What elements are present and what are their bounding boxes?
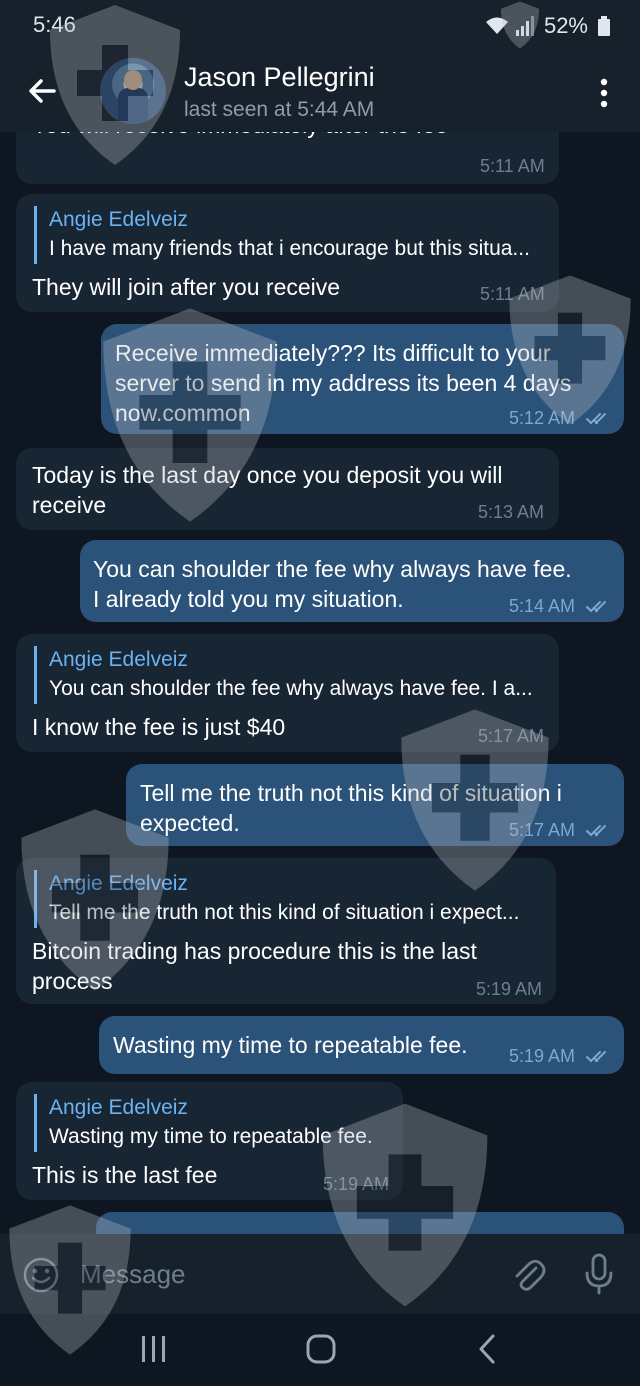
- message-text: Receive immediately??? Its difficult to …: [115, 340, 551, 366]
- microphone-icon: [585, 1253, 613, 1295]
- incoming-message[interactable]: Today is the last day once you deposit y…: [16, 448, 559, 530]
- status-indicators: 52%: [484, 12, 610, 40]
- reply-text: Tell me the truth not this kind of situa…: [49, 901, 520, 924]
- incoming-message[interactable]: Angie Edelveiz I have many friends that …: [16, 194, 559, 312]
- outgoing-message[interactable]: [96, 1212, 624, 1234]
- reply-author: Angie Edelveiz: [49, 648, 188, 671]
- message-text: Wasting my time to repeatable fee.: [113, 1032, 468, 1058]
- double-check-icon: [586, 1051, 606, 1063]
- reply-author: Angie Edelveiz: [49, 1096, 188, 1119]
- message-time: 5:11 AM: [480, 284, 545, 304]
- chevron-left-icon: [479, 1334, 495, 1364]
- wifi-icon: [485, 17, 508, 34]
- message-text: Bitcoin trading has procedure this is th…: [32, 938, 477, 964]
- message-time: 5:17 AM: [478, 726, 545, 746]
- incoming-message[interactable]: You will receive immediately after the f…: [16, 132, 559, 184]
- nav-back-button[interactable]: [468, 1332, 508, 1366]
- message-time: 5:19 AM: [476, 979, 543, 999]
- paperclip-icon: [515, 1259, 546, 1291]
- double-check-icon: [586, 413, 606, 425]
- recent-apps-icon: [142, 1336, 165, 1362]
- outgoing-message[interactable]: You can shoulder the fee why always have…: [80, 540, 624, 622]
- reply-text: You can shoulder the fee why always have…: [49, 677, 533, 700]
- message-list[interactable]: You will receive immediately after the f…: [0, 132, 640, 1234]
- message-text: receive: [32, 492, 107, 518]
- emoji-button[interactable]: [22, 1256, 60, 1294]
- reply-quote[interactable]: Angie Edelveiz Wasting my time to repeat…: [34, 1094, 373, 1152]
- outgoing-message[interactable]: Tell me the truth not this kind of situa…: [126, 764, 624, 846]
- status-bar: 5:46 52%: [0, 0, 640, 50]
- message-text: process: [32, 968, 113, 994]
- message-composer: [0, 1234, 640, 1314]
- signal-icon: [515, 16, 534, 36]
- attach-button[interactable]: [510, 1254, 546, 1294]
- menu-button[interactable]: [592, 76, 616, 110]
- system-navigation-bar: [0, 1314, 640, 1386]
- recent-apps-button[interactable]: [134, 1332, 174, 1366]
- back-button[interactable]: [24, 72, 62, 110]
- last-seen-status: last seen at 5:44 AM: [184, 98, 375, 121]
- battery-icon: [598, 16, 610, 36]
- reply-author: Angie Edelveiz: [49, 208, 188, 231]
- incoming-message[interactable]: Angie Edelveiz You can shoulder the fee …: [16, 634, 559, 752]
- contact-name[interactable]: Jason Pellegrini: [184, 62, 375, 93]
- message-input[interactable]: [80, 1254, 470, 1294]
- message-text: Tell me the truth not this kind of situa…: [140, 780, 562, 806]
- home-button[interactable]: [301, 1332, 341, 1366]
- reply-quote[interactable]: Angie Edelveiz I have many friends that …: [34, 206, 530, 264]
- emoji-icon: [23, 1257, 59, 1293]
- more-vertical-icon: [600, 78, 608, 108]
- status-time: 5:46: [33, 12, 76, 37]
- message-time: 5:13 AM: [478, 502, 545, 522]
- avatar[interactable]: [100, 58, 166, 124]
- outgoing-message[interactable]: Wasting my time to repeatable fee. 5:19 …: [99, 1016, 624, 1074]
- message-time: 5:12 AM: [509, 408, 576, 428]
- message-time: 5:11 AM: [480, 156, 545, 176]
- double-check-icon: [586, 825, 606, 837]
- outgoing-message[interactable]: Receive immediately??? Its difficult to …: [101, 324, 624, 434]
- reply-author: Angie Edelveiz: [49, 872, 188, 895]
- home-icon: [306, 1334, 336, 1364]
- reply-quote[interactable]: Angie Edelveiz Tell me the truth not thi…: [34, 870, 519, 928]
- message-text: You can shoulder the fee why always have…: [93, 556, 572, 582]
- message-text: Today is the last day once you deposit y…: [32, 462, 503, 488]
- double-check-icon: [586, 601, 606, 613]
- message-text: You will receive immediately after the f…: [32, 132, 448, 140]
- voice-record-button[interactable]: [584, 1252, 614, 1296]
- message-text: This is the last fee: [32, 1162, 218, 1188]
- incoming-message[interactable]: Angie Edelveiz Tell me the truth not thi…: [16, 858, 556, 1004]
- message-time: 5:19 AM: [323, 1174, 390, 1194]
- message-text: server to send in my address its been 4 …: [115, 370, 572, 396]
- battery-percent: 52%: [543, 13, 588, 38]
- message-time: 5:19 AM: [509, 1046, 576, 1066]
- message-text: expected.: [140, 810, 240, 836]
- reply-text: Wasting my time to repeatable fee.: [49, 1125, 373, 1148]
- message-time: 5:14 AM: [509, 596, 576, 616]
- reply-quote[interactable]: Angie Edelveiz You can shoulder the fee …: [34, 646, 533, 704]
- reply-text: I have many friends that i encourage but…: [49, 237, 530, 260]
- message-time: 5:17 AM: [509, 820, 576, 840]
- arrow-left-icon: [29, 79, 56, 103]
- message-text: I already told you my situation.: [93, 586, 404, 612]
- message-text: I know the fee is just $40: [32, 714, 286, 740]
- chat-header: Jason Pellegrini last seen at 5:44 AM: [0, 50, 640, 132]
- message-text: now.common: [115, 400, 251, 426]
- message-text: They will join after you receive: [32, 274, 341, 300]
- incoming-message[interactable]: Angie Edelveiz Wasting my time to repeat…: [16, 1082, 403, 1200]
